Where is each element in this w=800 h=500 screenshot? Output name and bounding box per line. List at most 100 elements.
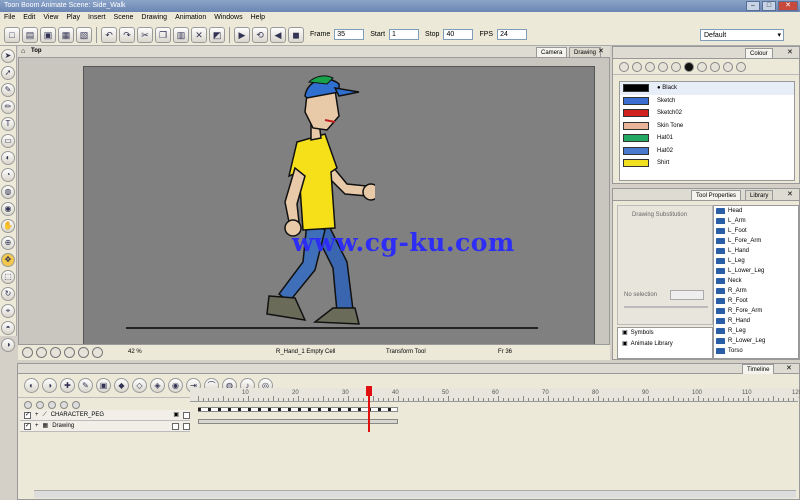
menu-play[interactable]: Play bbox=[66, 12, 80, 24]
brush-tool-icon[interactable]: ✎ bbox=[1, 83, 15, 97]
frame-row-character-peg[interactable] bbox=[190, 404, 798, 415]
stop-icon[interactable]: ◼ bbox=[288, 26, 304, 43]
camera-tool-icon[interactable]: ◓ bbox=[1, 321, 15, 335]
menu-drawing[interactable]: Drawing bbox=[141, 12, 167, 24]
brush-colour-icon[interactable] bbox=[710, 61, 720, 72]
walking-character[interactable] bbox=[255, 72, 375, 332]
menu-edit[interactable]: Edit bbox=[23, 12, 35, 24]
add-keyframe-icon[interactable]: ◆ bbox=[114, 378, 129, 393]
keyframe-marker[interactable] bbox=[328, 408, 331, 411]
frame-field[interactable]: 35 bbox=[334, 29, 365, 40]
play-icon[interactable]: ▶ bbox=[234, 26, 250, 43]
menu-animation[interactable]: Animation bbox=[175, 12, 206, 24]
library-item[interactable]: L_Leg bbox=[714, 256, 798, 266]
library-item[interactable]: L_Foot bbox=[714, 226, 798, 236]
palette-list-icon[interactable] bbox=[723, 61, 733, 72]
gradient-icon[interactable] bbox=[658, 61, 668, 72]
stop-field[interactable]: 40 bbox=[443, 29, 474, 40]
tab-drawing[interactable]: Drawing bbox=[569, 47, 602, 57]
safe-area-icon[interactable] bbox=[36, 347, 47, 358]
rotate-tool-icon[interactable]: ↻ bbox=[1, 287, 15, 301]
swatch-row[interactable]: Sketch02 bbox=[620, 107, 794, 120]
keyframe-marker[interactable] bbox=[278, 408, 281, 411]
playhead[interactable] bbox=[368, 386, 370, 432]
onion-skin-icon[interactable]: ◑ bbox=[1, 338, 15, 352]
light-table-icon[interactable] bbox=[78, 347, 89, 358]
layer-lock-checkbox[interactable] bbox=[183, 411, 190, 419]
library-item[interactable]: R_Leg bbox=[714, 326, 798, 336]
palette-icon[interactable] bbox=[645, 61, 655, 72]
motion-keyframe-icon[interactable]: ◈ bbox=[150, 378, 165, 393]
undo-icon[interactable]: ↶ bbox=[101, 26, 117, 43]
delete-layer-icon[interactable]: ◑ bbox=[42, 378, 57, 393]
keyframe-marker[interactable] bbox=[358, 408, 361, 411]
library-item[interactable]: R_Foot bbox=[714, 296, 798, 306]
add-icon[interactable] bbox=[48, 401, 56, 409]
library-item[interactable]: Waist bbox=[714, 356, 798, 358]
ink-tool-icon[interactable]: ◍ bbox=[1, 185, 15, 199]
library-item[interactable]: R_Hand bbox=[714, 316, 798, 326]
library-item[interactable]: Head bbox=[714, 206, 798, 216]
dropper-tool-icon[interactable]: ◔ bbox=[1, 168, 15, 182]
layer-character-peg[interactable]: ✓ + ⟋ CHARACTER_PEG ▣ bbox=[20, 410, 190, 421]
swatch-row[interactable]: Sketch bbox=[620, 95, 794, 108]
tab-colour[interactable]: Colour bbox=[745, 48, 773, 58]
layer-lock-checkbox[interactable] bbox=[172, 422, 179, 430]
remove-colour-icon[interactable] bbox=[632, 61, 642, 72]
tab-library[interactable]: Library bbox=[745, 190, 774, 200]
keyframe-marker[interactable] bbox=[388, 408, 391, 411]
import-icon[interactable]: ▧ bbox=[76, 26, 92, 43]
swatch-mode-icon[interactable] bbox=[697, 61, 707, 72]
swatch-row[interactable]: Hat01 bbox=[620, 132, 794, 145]
frame-row-drawing[interactable] bbox=[190, 416, 798, 427]
library-item[interactable]: L_Fore_Arm bbox=[714, 236, 798, 246]
zoom-level[interactable]: 42 % bbox=[128, 349, 142, 355]
keyframe-marker[interactable] bbox=[288, 408, 291, 411]
save-icon[interactable]: ▣ bbox=[40, 26, 56, 43]
transform-tool-icon[interactable]: ✥ bbox=[1, 253, 15, 267]
library-item[interactable]: L_Arm bbox=[714, 216, 798, 226]
menu-file[interactable]: File bbox=[4, 12, 15, 24]
sound-icon[interactable]: ◀ bbox=[270, 26, 286, 43]
copy-icon[interactable]: ❐ bbox=[155, 26, 171, 43]
keyframe-marker[interactable] bbox=[338, 408, 341, 411]
maximize-button[interactable]: □ bbox=[762, 1, 776, 11]
zoom-tool-icon[interactable]: ⊕ bbox=[1, 236, 15, 250]
hand-tool-icon[interactable]: ✋ bbox=[1, 219, 15, 233]
frame-grid[interactable] bbox=[190, 404, 798, 428]
pencil-tool-icon[interactable]: ✏ bbox=[1, 100, 15, 114]
keyframe-marker[interactable] bbox=[298, 408, 301, 411]
library-item[interactable]: R_Arm bbox=[714, 286, 798, 296]
stop-motion-icon[interactable]: ◉ bbox=[168, 378, 183, 393]
new-scene-icon[interactable]: □ bbox=[4, 26, 20, 43]
loop-icon[interactable]: ⟲ bbox=[252, 26, 268, 43]
remove-icon[interactable] bbox=[60, 401, 68, 409]
add-layer-icon[interactable]: ◐ bbox=[24, 378, 39, 393]
current-colour-icon[interactable] bbox=[684, 61, 694, 72]
text-tool-icon[interactable]: T bbox=[1, 117, 15, 131]
delete-icon[interactable]: ✕ bbox=[191, 26, 207, 43]
camera-mask-icon[interactable] bbox=[22, 347, 33, 358]
onion-icon[interactable] bbox=[64, 347, 75, 358]
layer-colour-checkbox[interactable] bbox=[183, 422, 190, 430]
keyframe-marker[interactable] bbox=[258, 408, 261, 411]
substitution-field[interactable] bbox=[670, 290, 704, 300]
timeline-scrollbar[interactable] bbox=[34, 490, 796, 498]
keyframe-marker[interactable] bbox=[248, 408, 251, 411]
render-icon[interactable]: ◩ bbox=[209, 26, 225, 43]
select-tool-icon[interactable]: ➤ bbox=[1, 49, 15, 63]
enable-all-icon[interactable] bbox=[24, 401, 32, 409]
tab-camera[interactable]: Camera bbox=[536, 47, 568, 57]
workspace-select[interactable]: Default bbox=[700, 28, 784, 41]
paint-tool-icon[interactable]: ◐ bbox=[1, 151, 15, 165]
colour-settings-icon[interactable] bbox=[736, 61, 746, 72]
tab-timeline[interactable]: Timeline bbox=[742, 364, 775, 374]
add-image-icon[interactable]: ▣ bbox=[96, 378, 111, 393]
tab-tool-properties[interactable]: Tool Properties bbox=[691, 190, 742, 200]
panel-close-icon[interactable]: ✕ bbox=[786, 364, 792, 372]
library-item[interactable]: Neck bbox=[714, 276, 798, 286]
add-drawing-icon[interactable]: ✎ bbox=[78, 378, 93, 393]
minimize-button[interactable]: – bbox=[746, 1, 760, 11]
menu-windows[interactable]: Windows bbox=[214, 12, 242, 24]
start-field[interactable]: 1 bbox=[389, 29, 420, 40]
